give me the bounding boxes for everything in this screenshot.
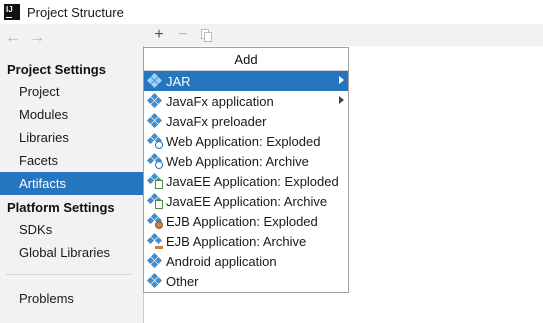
menu-item-label: Web Application: Exploded [166,133,321,149]
javaee-archive-icon [146,192,163,209]
menu-item-label: JavaFx application [166,93,274,109]
menu-item-label: JavaEE Application: Exploded [166,173,339,189]
menu-item-javaee-archive[interactable]: JavaEE Application: Archive [144,191,348,211]
menu-item-label: JavaEE Application: Archive [166,193,328,209]
javaee-exploded-icon [146,172,163,189]
forward-arrow-icon[interactable]: → [28,29,46,47]
copy-artifact-button[interactable] [197,25,217,45]
menu-item-label: Web Application: Archive [166,153,309,169]
remove-artifact-button[interactable]: − [173,25,193,45]
sidebar-item-sdks[interactable]: SDKs [0,218,143,241]
sidebar-divider [6,274,131,275]
menu-item-label: JAR [166,73,191,89]
menu-item-web-app-exploded[interactable]: Web Application: Exploded [144,131,348,151]
submenu-arrow-icon [339,96,344,104]
back-arrow-icon[interactable]: ← [4,29,22,47]
sidebar: ← → Project Settings Project Modules Lib… [0,24,143,323]
add-artifact-popup: Add JAR JavaFx application JavaFx preloa… [143,47,349,293]
menu-item-label: Android application [166,253,277,269]
ejb-archive-icon [146,232,163,249]
menu-item-web-app-archive[interactable]: Web Application: Archive [144,151,348,171]
menu-item-other[interactable]: Other [144,271,348,291]
intellij-logo-icon: IJ [4,4,20,20]
javafx-preloader-icon [146,112,163,129]
menu-item-javafx-preloader[interactable]: JavaFx preloader [144,111,348,131]
menu-item-label: JavaFx preloader [166,113,267,129]
jar-icon [146,72,163,89]
submenu-arrow-icon [339,76,344,84]
sidebar-item-facets[interactable]: Facets [0,149,143,172]
add-artifact-button[interactable]: + [149,25,169,45]
nav-arrows: ← → [0,24,143,52]
popup-title: Add [144,48,348,71]
menu-item-javaee-exploded[interactable]: JavaEE Application: Exploded [144,171,348,191]
menu-item-ejb-exploded[interactable]: EJB Application: Exploded [144,211,348,231]
platform-settings-header: Platform Settings [7,200,115,215]
copy-icon [201,28,213,42]
title-bar: IJ Project Structure [0,0,543,24]
menu-item-label: EJB Application: Exploded [166,213,318,229]
artifacts-toolbar: + − [143,24,543,46]
menu-item-android-application[interactable]: Android application [144,251,348,271]
menu-item-ejb-archive[interactable]: EJB Application: Archive [144,231,348,251]
web-app-archive-icon [146,152,163,169]
project-settings-header: Project Settings [7,62,106,77]
sidebar-item-problems[interactable]: Problems [0,287,143,310]
menu-item-label: Other [166,273,199,289]
other-artifact-icon [146,272,163,289]
sidebar-item-artifacts[interactable]: Artifacts [0,172,143,195]
android-app-icon [146,252,163,269]
menu-item-label: EJB Application: Archive [166,233,307,249]
web-app-exploded-icon [146,132,163,149]
sidebar-item-project[interactable]: Project [0,80,143,103]
ejb-exploded-icon [146,212,163,229]
window-title: Project Structure [27,4,124,20]
menu-item-jar[interactable]: JAR [144,71,348,91]
sidebar-item-libraries[interactable]: Libraries [0,126,143,149]
sidebar-item-global-libraries[interactable]: Global Libraries [0,241,143,264]
sidebar-item-modules[interactable]: Modules [0,103,143,126]
javafx-app-icon [146,92,163,109]
menu-item-javafx-application[interactable]: JavaFx application [144,91,348,111]
